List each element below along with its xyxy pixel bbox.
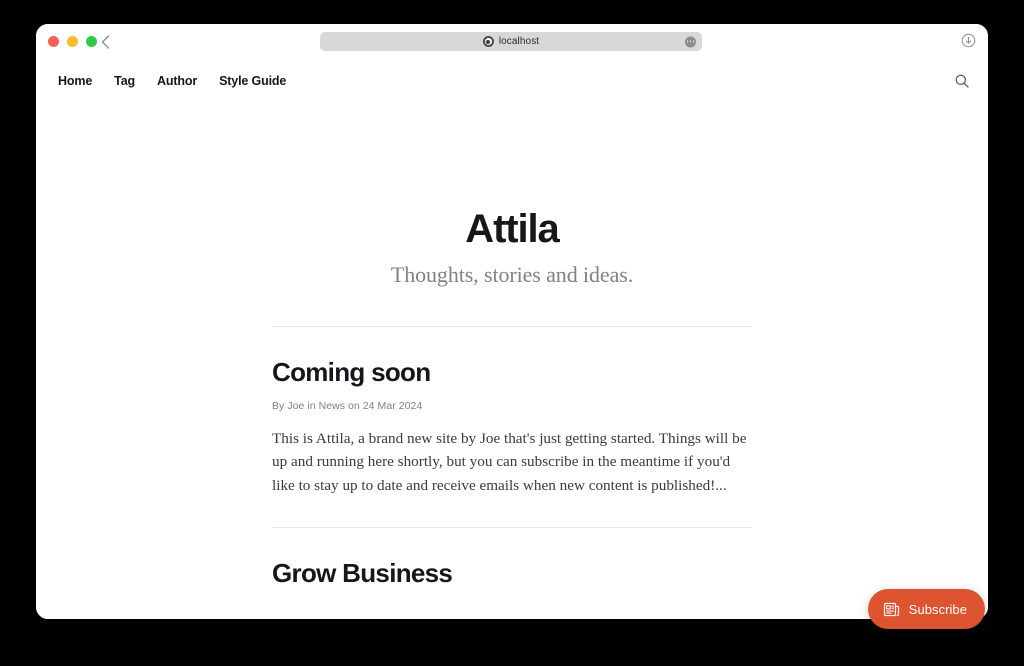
newsletter-icon-svg xyxy=(883,602,899,616)
address-bar[interactable]: localhost xyxy=(320,32,702,51)
nav-item-home[interactable]: Home xyxy=(58,74,92,88)
header-actions xyxy=(954,73,970,89)
page-title: Attila xyxy=(465,207,560,251)
back-button[interactable] xyxy=(96,32,114,52)
address-bar-text: localhost xyxy=(498,36,540,47)
post-title[interactable]: Grow Business xyxy=(272,558,752,589)
post-card: Coming soon By Joe in News on 24 Mar 202… xyxy=(272,327,752,527)
search-icon-svg xyxy=(955,74,969,88)
nav-item-tag[interactable]: Tag xyxy=(114,74,135,88)
site-favicon-icon xyxy=(482,36,494,47)
post-excerpt: This is Attila, a brand new site by Joe … xyxy=(272,429,747,495)
site-hero: Attila Thoughts, stories and ideas. xyxy=(36,105,988,288)
ellipsis-icon[interactable] xyxy=(685,36,696,47)
nav-item-style-guide[interactable]: Style Guide xyxy=(219,74,286,88)
close-window-button[interactable] xyxy=(48,36,59,47)
site-navigation: Home Tag Author Style Guide xyxy=(58,74,286,88)
site-description: Thoughts, stories and ideas. xyxy=(390,262,634,287)
post-feed: Coming soon By Joe in News on 24 Mar 202… xyxy=(272,288,752,588)
browser-window: localhost Home Tag Author Style Guide At… xyxy=(36,24,988,619)
subscribe-label: Subscribe xyxy=(908,601,967,617)
window-controls xyxy=(48,36,97,47)
newsletter-icon xyxy=(883,601,900,618)
browser-titlebar: localhost xyxy=(36,24,988,60)
screen: localhost Home Tag Author Style Guide At… xyxy=(0,0,1024,666)
minimize-window-button[interactable] xyxy=(67,36,78,47)
site-header: Home Tag Author Style Guide xyxy=(36,57,988,105)
subscribe-button[interactable]: Subscribe xyxy=(867,589,985,629)
page-content: Attila Thoughts, stories and ideas. Comi… xyxy=(36,105,988,619)
nav-item-author[interactable]: Author xyxy=(157,74,197,88)
download-icon[interactable] xyxy=(961,33,976,48)
post-card: Grow Business xyxy=(272,528,752,589)
post-meta: By Joe in News on 24 Mar 2024 xyxy=(272,399,423,412)
post-title[interactable]: Coming soon xyxy=(272,357,752,388)
download-icon-svg xyxy=(961,33,976,48)
search-icon[interactable] xyxy=(954,73,970,89)
chevron-left-icon xyxy=(101,35,109,49)
